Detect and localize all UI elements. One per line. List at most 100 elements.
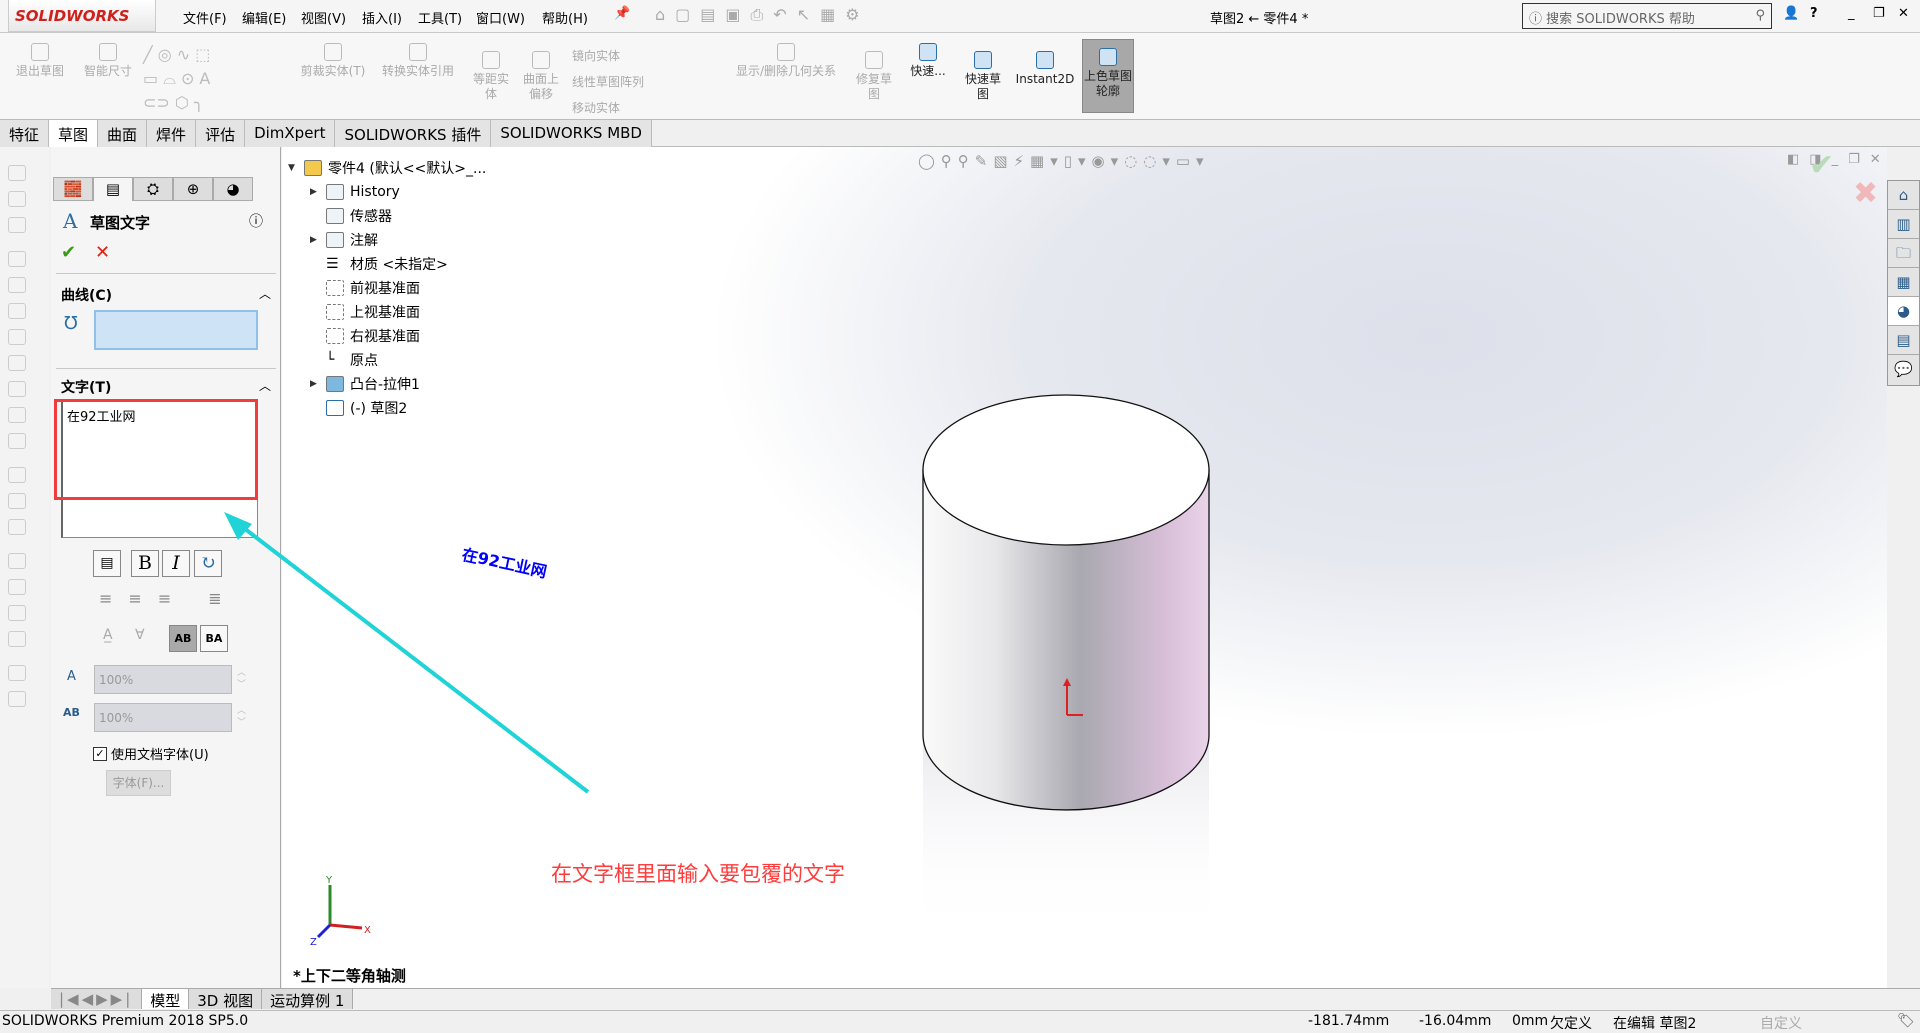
expand-arrow-icon[interactable]: ▶ bbox=[310, 235, 326, 245]
forum-icon[interactable]: 💬 bbox=[1888, 355, 1919, 384]
confirm-corner-cancel-icon[interactable]: ✖ bbox=[1853, 176, 1878, 211]
smart-dimension-button[interactable]: 智能尺寸 bbox=[76, 43, 140, 79]
tool-icon[interactable] bbox=[8, 251, 26, 267]
tool-icon[interactable] bbox=[8, 329, 26, 345]
ok-button[interactable]: ✔ bbox=[61, 242, 76, 263]
viewport-window-controls[interactable]: ◧◨_❐✕ bbox=[1787, 152, 1891, 167]
menu-insert[interactable]: 插入(I) bbox=[362, 8, 402, 27]
tab-evaluate[interactable]: 评估 bbox=[196, 120, 246, 147]
mirror-entities[interactable]: 镜向实体 bbox=[572, 43, 644, 69]
tool-icon[interactable] bbox=[8, 165, 26, 181]
tool-icon[interactable] bbox=[8, 381, 26, 397]
expand-arrow-icon[interactable]: ▶ bbox=[310, 187, 326, 197]
mirror-pattern-move-group[interactable]: 镜向实体 线性草图阵列 移动实体 bbox=[572, 43, 644, 121]
tool-icon[interactable] bbox=[8, 605, 26, 621]
tree-item-right-plane[interactable]: 右视基准面 bbox=[310, 325, 420, 347]
tab-dimxpert[interactable]: DimXpert bbox=[245, 120, 336, 147]
view-palette-icon[interactable]: ▦ bbox=[1888, 268, 1919, 297]
menu-help[interactable]: 帮助(H) bbox=[542, 8, 588, 27]
tab-model[interactable]: 模型 bbox=[142, 989, 190, 1010]
tree-item-origin[interactable]: └ 原点 bbox=[310, 349, 378, 371]
tool-icon[interactable] bbox=[8, 191, 26, 207]
tab-features[interactable]: 特征 bbox=[0, 120, 50, 147]
collapse-icon[interactable]: ︿ bbox=[259, 377, 271, 394]
tool-icon[interactable] bbox=[8, 665, 26, 681]
help-menu-icon[interactable]: ? bbox=[1810, 6, 1818, 21]
tool-icon[interactable] bbox=[8, 579, 26, 595]
cancel-button[interactable]: ✕ bbox=[95, 242, 110, 263]
use-document-font-checkbox[interactable]: ✓ 使用文档字体(U) bbox=[93, 744, 209, 763]
link-property-button[interactable]: ▤ bbox=[93, 550, 121, 577]
property-manager-tab[interactable]: ▤ bbox=[93, 177, 133, 201]
tool-icon[interactable] bbox=[8, 467, 26, 483]
expand-arrow-icon[interactable]: ▶ bbox=[310, 379, 326, 389]
tool-icon[interactable] bbox=[8, 303, 26, 319]
collapse-icon[interactable]: ︿ bbox=[259, 285, 271, 302]
collapse-arrow-icon[interactable]: ▼ bbox=[288, 163, 304, 173]
instant2d-button[interactable]: Instant2D bbox=[1012, 51, 1078, 87]
tool-icon[interactable] bbox=[8, 553, 26, 569]
tab-surfaces[interactable]: 曲面 bbox=[98, 120, 148, 147]
tab-3d-views[interactable]: 3D 视图 bbox=[189, 989, 263, 1010]
curves-selection-box[interactable] bbox=[94, 310, 258, 350]
units-custom[interactable]: 自定义 bbox=[1760, 1013, 1802, 1033]
tool-icon[interactable] bbox=[8, 355, 26, 371]
tool-icon[interactable] bbox=[8, 433, 26, 449]
restore-button[interactable]: ❐ bbox=[1873, 6, 1885, 21]
menu-file[interactable]: 文件(F) bbox=[183, 8, 227, 27]
repair-sketch-button[interactable]: 修复草图 bbox=[852, 51, 896, 102]
tool-icon[interactable] bbox=[8, 493, 26, 509]
trim-entities-button[interactable]: 剪裁实体(T) bbox=[292, 43, 374, 79]
linear-pattern[interactable]: 线性草图阵列 bbox=[572, 69, 644, 95]
appearances-icon[interactable]: ◕ bbox=[1888, 297, 1919, 326]
quick-access-icons[interactable]: ⌂▢▤▣⎙↶↖▦⚙ bbox=[655, 5, 870, 25]
convert-entities-button[interactable]: 转换实体引用 bbox=[375, 43, 461, 79]
tool-icon[interactable] bbox=[8, 407, 26, 423]
width-spinner[interactable]: ︿ ﹀ bbox=[237, 667, 246, 691]
heads-up-view-toolbar[interactable]: ◯⚲⚲✎▧⚡▦▾▯▾◉▾◌◌▾▭▾ bbox=[918, 152, 1210, 170]
flip-vertical-icon[interactable]: A̲ bbox=[103, 627, 113, 643]
menu-window[interactable]: 窗口(W) bbox=[476, 8, 525, 27]
tag-icon[interactable]: 🏷 bbox=[1897, 1013, 1915, 1029]
dimxpert-manager-tab[interactable]: ⊕ bbox=[173, 177, 213, 201]
tree-item-sensors[interactable]: 传感器 bbox=[310, 205, 392, 227]
home-icon[interactable]: ⌂ bbox=[1888, 181, 1919, 210]
tree-item-history[interactable]: ▶ History bbox=[310, 181, 400, 203]
tab-weldments[interactable]: 焊件 bbox=[147, 120, 197, 147]
close-button[interactable]: ✕ bbox=[1898, 6, 1909, 21]
menu-view[interactable]: 视图(V) bbox=[301, 8, 346, 27]
tree-item-front-plane[interactable]: 前视基准面 bbox=[310, 277, 420, 299]
exit-sketch-button[interactable]: 退出草图 bbox=[8, 43, 72, 79]
rapid-sketch-button[interactable]: 快速草图 bbox=[960, 51, 1006, 102]
shaded-sketch-contours-button[interactable]: 上色草图轮廓 bbox=[1082, 39, 1134, 113]
configuration-manager-tab[interactable]: ⛭ bbox=[133, 177, 173, 201]
flip-vertical-down-icon[interactable]: ∀ bbox=[135, 627, 145, 643]
file-explorer-icon[interactable]: 🗀 bbox=[1888, 239, 1919, 268]
tool-icon[interactable] bbox=[8, 631, 26, 647]
flip-horizontal-left-button[interactable]: AB bbox=[169, 625, 197, 652]
tab-scroll-arrows[interactable]: |◀◀▶▶| bbox=[51, 989, 143, 1009]
menu-edit[interactable]: 编辑(E) bbox=[242, 8, 286, 27]
search-icon[interactable]: ⚲ bbox=[1755, 8, 1765, 23]
tool-icon[interactable] bbox=[8, 691, 26, 707]
alignment-buttons[interactable]: ≡≡≡ ≣ bbox=[99, 589, 238, 608]
tab-mbd[interactable]: SOLIDWORKS MBD bbox=[491, 120, 652, 147]
tool-icon[interactable] bbox=[8, 519, 26, 535]
tree-item-sketch2[interactable]: (-) 草图2 bbox=[310, 397, 407, 419]
quick-snaps-button[interactable]: 快速... bbox=[906, 43, 950, 79]
display-relations-button[interactable]: 显示/删除几何关系 bbox=[726, 43, 846, 79]
confirm-corner-ok-icon[interactable]: ✔ bbox=[1809, 148, 1834, 183]
font-button[interactable]: 字体(F)... bbox=[106, 770, 171, 796]
tree-root[interactable]: ▼ 零件4 (默认<<默认>_... bbox=[288, 157, 486, 179]
spacing-spinner[interactable]: ︿ ﹀ bbox=[237, 705, 246, 729]
tab-motion-study[interactable]: 运动算例 1 bbox=[262, 989, 354, 1010]
sketch-entity-tools[interactable]: ╱ ◎ ∿ ⬚ ▭ ⌓ ⊙ A ⊂⊃ ⬡ ╮ bbox=[143, 43, 283, 113]
custom-properties-icon[interactable]: ▤ bbox=[1888, 326, 1919, 355]
offset-entities-button[interactable]: 等距实体 bbox=[468, 51, 514, 102]
solidworks-logo[interactable]: SOLIDWORKS bbox=[8, 0, 156, 32]
checkbox-icon[interactable]: ✓ bbox=[93, 746, 107, 761]
tool-icon[interactable] bbox=[8, 217, 26, 233]
design-library-icon[interactable]: ▥ bbox=[1888, 210, 1919, 239]
user-icon[interactable]: 👤 bbox=[1783, 6, 1799, 21]
menu-tools[interactable]: 工具(T) bbox=[418, 8, 462, 27]
